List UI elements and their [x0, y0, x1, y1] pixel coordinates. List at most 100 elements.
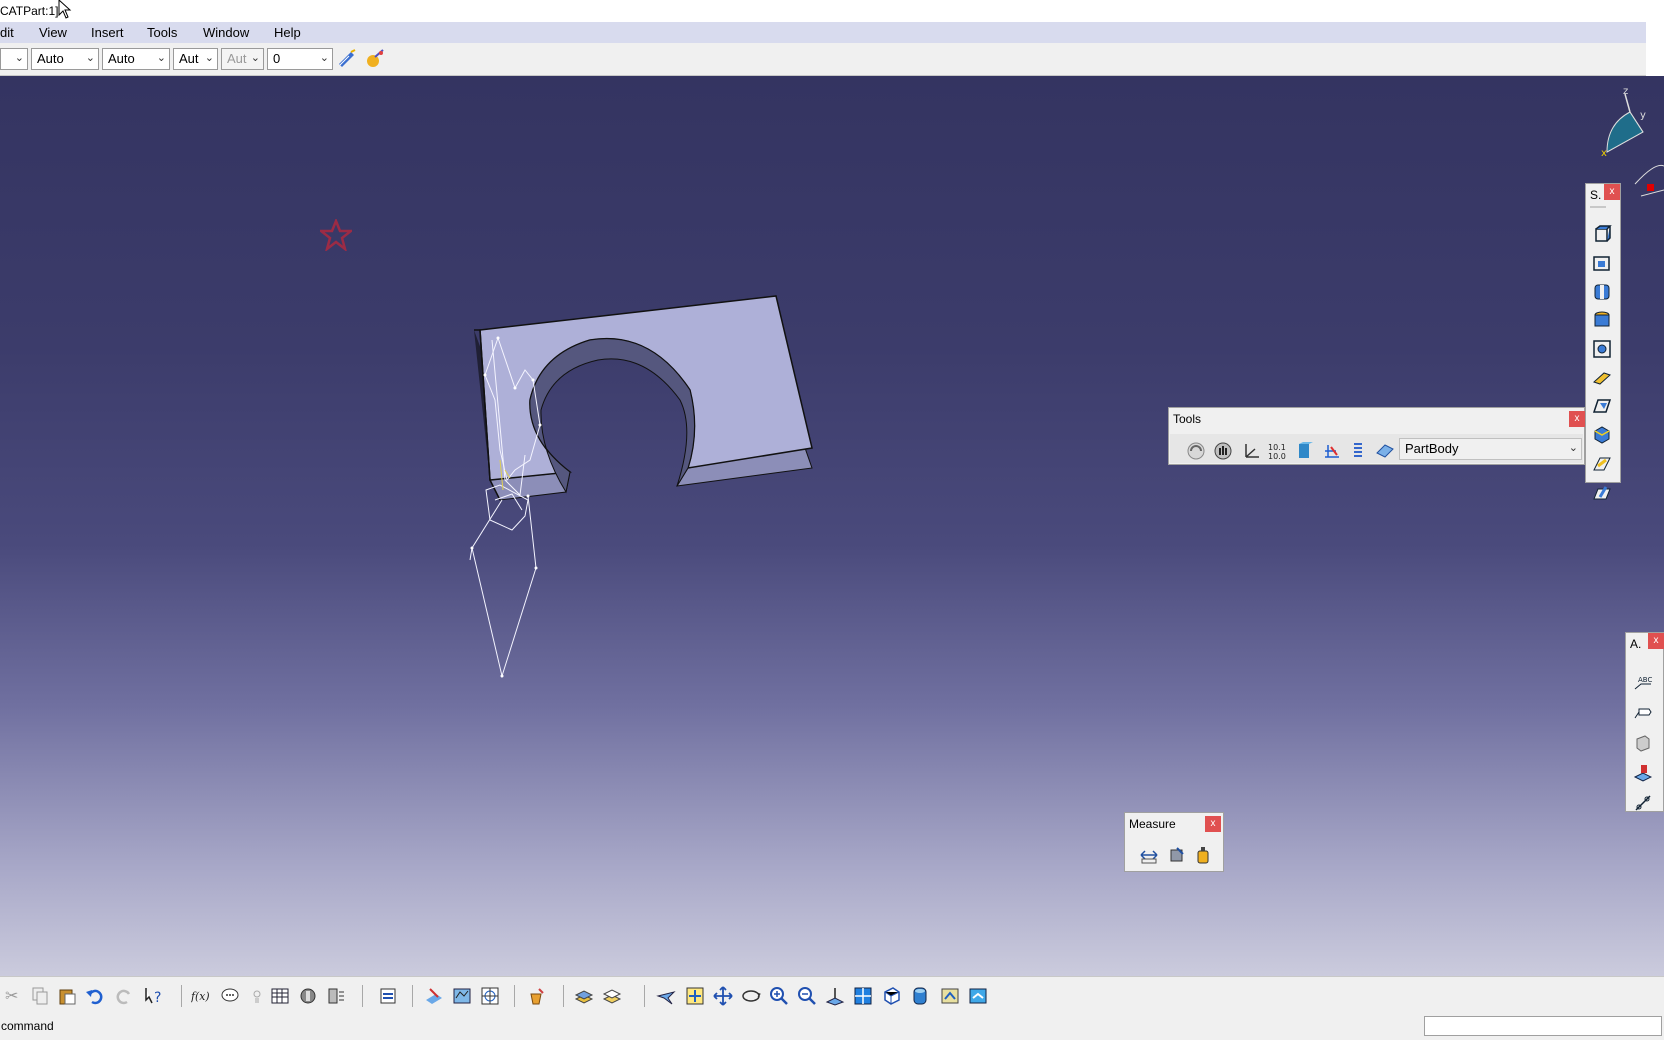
svg-text:10.1: 10.1 [1268, 443, 1286, 452]
transparency-select[interactable]: Auto ⌄ [31, 48, 99, 70]
chevron-down-icon: ⌄ [156, 52, 166, 64]
instantiate-icon[interactable] [326, 986, 346, 1006]
pad-icon[interactable] [1592, 224, 1612, 244]
part-body-3d[interactable] [460, 276, 840, 756]
menu-view[interactable]: View [39, 25, 67, 40]
hole-icon[interactable] [1592, 310, 1612, 330]
shaft-icon[interactable] [1592, 282, 1612, 302]
define-in-work-object-icon[interactable] [1375, 441, 1395, 461]
groove-icon[interactable] [1592, 339, 1612, 359]
3d-viewport[interactable]: z y x S. x A. x Tools x 10.1 10.0 PartBo… [0, 76, 1664, 976]
scan-icon[interactable] [1322, 441, 1342, 461]
body-icon[interactable] [1295, 441, 1315, 461]
values-icon[interactable]: 10.110.0 [1267, 441, 1287, 461]
line-type-select[interactable]: Aut ⌄ [173, 48, 218, 70]
normal-view-icon[interactable] [825, 986, 845, 1006]
chevron-down-icon: ⌄ [14, 52, 24, 64]
chevron-down-icon: ⌄ [204, 52, 214, 64]
measure-between-icon[interactable] [1139, 845, 1159, 865]
pan-icon[interactable] [713, 986, 733, 1006]
graphic-properties-icon[interactable] [365, 49, 385, 69]
compass-handle-icon[interactable] [1647, 184, 1654, 191]
menu-window[interactable]: Window [203, 25, 249, 40]
close-icon[interactable]: x [1205, 816, 1221, 832]
flag-note-icon[interactable] [1633, 703, 1653, 723]
menu-insert[interactable]: Insert [91, 25, 124, 40]
zoom-out-icon[interactable] [797, 986, 817, 1006]
line-thickness-select[interactable]: Auto ⌄ [102, 48, 170, 70]
s-panel-title: S. [1590, 188, 1602, 202]
compass-x-label: x [1601, 148, 1607, 159]
a-panel-title: A. [1630, 637, 1642, 651]
compass-y-label: y [1640, 110, 1646, 121]
fit-all-icon[interactable] [685, 986, 705, 1006]
color-select[interactable]: ⌄ [0, 48, 28, 70]
close-icon[interactable]: x [1604, 184, 1620, 200]
redo-icon[interactable] [114, 986, 134, 1006]
whats-this-icon[interactable]: ? [144, 986, 164, 1006]
menu-edit[interactable]: dit [0, 25, 14, 40]
paste-icon[interactable] [57, 986, 77, 1006]
layers-alt-icon[interactable] [602, 986, 622, 1006]
work-object-select[interactable]: PartBody ⌄ [1399, 438, 1582, 460]
knowledge-advisor-icon[interactable] [220, 986, 240, 1006]
menu-tools[interactable]: Tools [147, 25, 177, 40]
design-table-icon[interactable] [270, 986, 290, 1006]
status-bar: command [0, 1012, 1664, 1040]
annotation-plane-icon[interactable] [1633, 763, 1653, 783]
light-bulb-icon[interactable] [247, 986, 267, 1006]
list-icon[interactable] [1348, 441, 1368, 461]
menu-bar: dit View Insert Tools Window Help [0, 22, 1646, 43]
format-painter-icon[interactable] [337, 49, 357, 69]
swap-visible-space-icon[interactable] [968, 986, 988, 1006]
3d-annotation-query-icon[interactable] [1633, 733, 1653, 753]
menu-help[interactable]: Help [274, 25, 301, 40]
close-icon[interactable]: x [1648, 633, 1664, 649]
paint-bucket-icon[interactable] [527, 986, 547, 1006]
point-type-select[interactable]: Aut ⌄ [221, 48, 264, 70]
hand-grab-icon[interactable] [1213, 441, 1233, 461]
slot-icon[interactable] [1592, 396, 1612, 416]
measure-annotation-icon[interactable] [1633, 793, 1653, 813]
right-edge-strip [1646, 22, 1664, 77]
catalog-icon[interactable] [298, 986, 318, 1006]
scan-reorder-icon[interactable] [378, 986, 398, 1006]
rib-icon[interactable] [1592, 368, 1612, 388]
formula-icon[interactable]: f(x) [191, 986, 211, 1006]
svg-text:ABC: ABC [1638, 676, 1652, 684]
fly-mode-icon[interactable] [656, 986, 676, 1006]
zoom-in-icon[interactable] [769, 986, 789, 1006]
properties-toolbar: ⌄ Auto ⌄ Auto ⌄ Aut ⌄ Aut ⌄ 0 ⌄ [0, 43, 1646, 76]
measure-panel-title: Measure [1129, 817, 1176, 831]
mouse-cursor-icon [58, 0, 72, 19]
grid-sphere-icon[interactable] [480, 986, 500, 1006]
text-with-leader-icon[interactable]: ABC [1633, 673, 1653, 693]
cut-icon[interactable]: ✂ [5, 986, 18, 1006]
copy-icon[interactable] [30, 986, 50, 1006]
command-input[interactable] [1424, 1016, 1662, 1036]
rotate-icon[interactable] [741, 986, 761, 1006]
sketcher-icon[interactable] [424, 986, 444, 1006]
multi-view-icon[interactable] [853, 986, 873, 1006]
compass-z-label: z [1623, 86, 1628, 97]
map-icon[interactable] [452, 986, 472, 1006]
title-bar: CATPart:1] [0, 0, 1664, 22]
measure-inertia-icon[interactable] [1193, 845, 1213, 865]
undo-icon[interactable] [85, 986, 105, 1006]
hide-show-icon[interactable] [940, 986, 960, 1006]
update-icon[interactable] [1186, 441, 1206, 461]
svg-text:10.0: 10.0 [1268, 452, 1286, 461]
multi-section-solid-icon[interactable] [1592, 425, 1612, 445]
solid-combine-icon[interactable] [1592, 483, 1612, 503]
close-icon[interactable]: x [1569, 411, 1585, 427]
axis-system-icon[interactable] [1241, 441, 1261, 461]
pocket-icon[interactable] [1592, 253, 1612, 273]
layers-icon[interactable] [574, 986, 594, 1006]
measure-toolbar: Measure x [1124, 812, 1224, 872]
shading-icon[interactable] [910, 986, 930, 1006]
svg-text:f(x): f(x) [191, 990, 210, 1003]
stiffener-icon[interactable] [1592, 454, 1612, 474]
iso-view-icon[interactable] [881, 986, 901, 1006]
measure-item-icon[interactable] [1167, 845, 1187, 865]
layer-select[interactable]: 0 ⌄ [267, 48, 333, 70]
